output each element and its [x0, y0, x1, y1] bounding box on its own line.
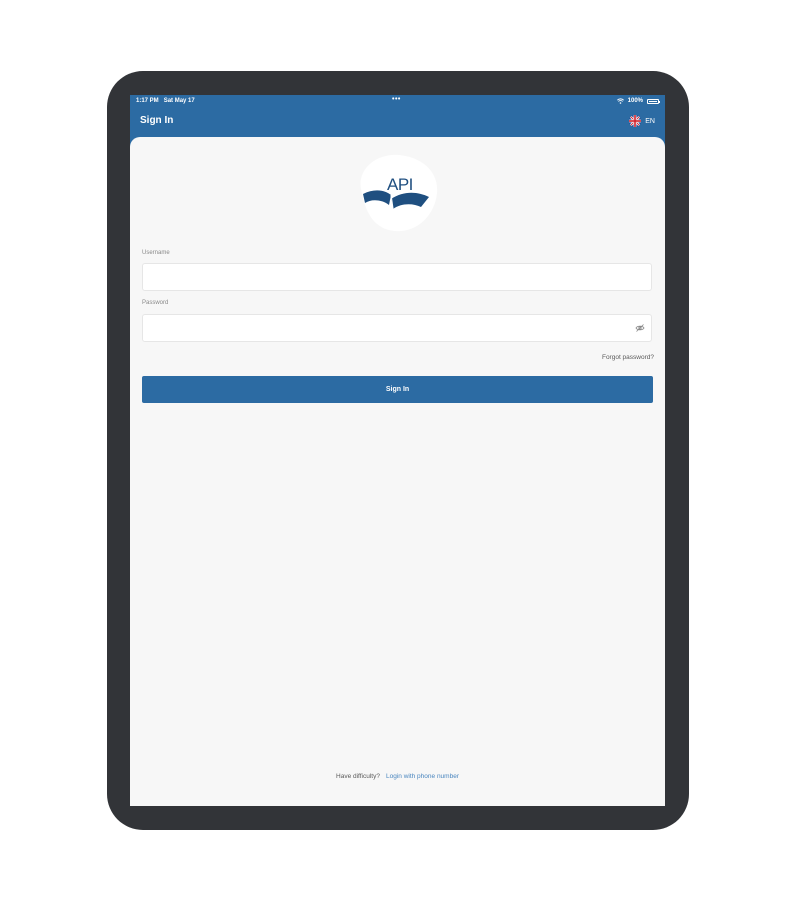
- app-screen: 1:17 PM Sat May 17 ••• 100% Sign In EN A…: [130, 95, 665, 806]
- status-time: 1:17 PM: [136, 98, 159, 104]
- wifi-icon: [616, 98, 624, 104]
- password-label: Password: [142, 300, 169, 306]
- status-bar-right: 100%: [616, 98, 660, 104]
- difficulty-prompt: Have difficulty?: [336, 773, 380, 780]
- uk-flag-icon: [629, 115, 642, 127]
- phone-login-link[interactable]: Login with phone number: [386, 773, 459, 780]
- language-code: EN: [645, 117, 655, 125]
- nav-bar: Sign In EN: [130, 107, 665, 137]
- battery-icon: [647, 98, 660, 104]
- password-field-container: [142, 314, 652, 342]
- sign-in-button[interactable]: Sign In: [142, 376, 653, 403]
- footer: Have difficulty? Login with phone number: [130, 773, 665, 780]
- status-bar: 1:17 PM Sat May 17 ••• 100%: [130, 95, 665, 107]
- multitasking-dots[interactable]: •••: [392, 96, 401, 103]
- forgot-password-link[interactable]: Forgot password?: [602, 354, 654, 361]
- status-date: Sat May 17: [163, 98, 195, 104]
- battery-percent: 100%: [627, 98, 643, 104]
- api-logo: API: [351, 149, 443, 235]
- page-title: Sign In: [140, 115, 174, 126]
- username-label: Username: [142, 250, 170, 256]
- username-input[interactable]: [143, 264, 639, 290]
- language-switcher[interactable]: EN: [629, 115, 655, 127]
- password-input[interactable]: [143, 315, 639, 341]
- sign-in-form-panel: API Username Password Forgot password? S…: [130, 137, 665, 806]
- username-field-container: [142, 263, 652, 291]
- eye-off-icon[interactable]: [635, 323, 645, 333]
- status-bar-left: 1:17 PM Sat May 17: [136, 98, 195, 104]
- logo-text: API: [387, 175, 413, 194]
